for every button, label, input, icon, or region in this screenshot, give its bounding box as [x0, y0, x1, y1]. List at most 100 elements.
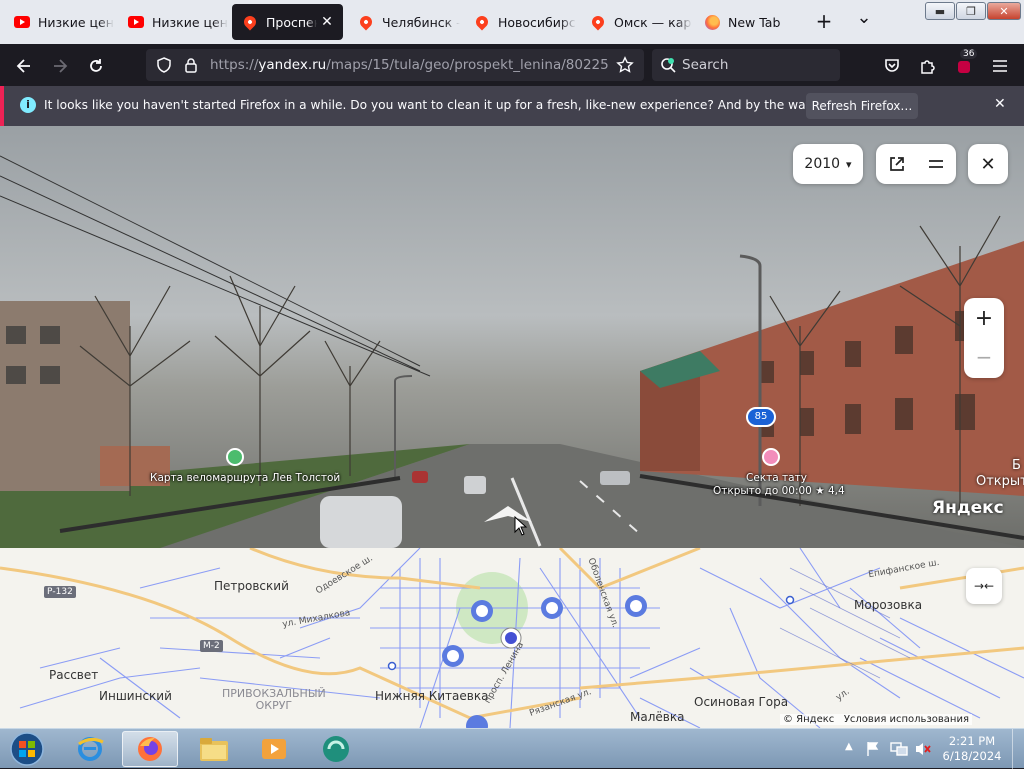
yandex-watermark: Яндекс: [932, 498, 1004, 518]
start-button[interactable]: [2, 731, 52, 767]
pocket-button[interactable]: [878, 52, 906, 80]
map-poi-marker-3[interactable]: [624, 594, 648, 618]
menu-lines-icon[interactable]: [928, 158, 944, 170]
close-notification-icon[interactable]: ✕: [994, 96, 1006, 112]
bus-route-badge[interactable]: 85: [746, 407, 776, 427]
taskbar-media-player[interactable]: [246, 731, 302, 767]
addon-badge: 36: [960, 49, 978, 59]
road-shield-p132: Р-132: [44, 586, 76, 598]
stop-marker-2: [785, 595, 795, 605]
minimap[interactable]: Петровский Рассвет Иншинский Нижняя Кита…: [0, 548, 1024, 728]
tab-title: Челябинск —: [382, 14, 460, 30]
tab-youtube-1[interactable]: Низкие цены: [4, 4, 114, 40]
yandex-maps-icon: [589, 13, 607, 31]
url-path: /maps/15/tula/geo/prospekt_lenina/802251…: [326, 57, 610, 73]
road-shield-m2: М-2: [200, 640, 223, 652]
map-label-rassvet: Рассвет: [49, 668, 99, 682]
maximize-button[interactable]: ❐: [956, 2, 986, 20]
terms-of-use-link[interactable]: Условия использования: [844, 714, 969, 725]
puzzle-icon: [921, 60, 935, 74]
chevron-down-icon: ▾: [846, 157, 852, 171]
addon-button[interactable]: 36: [950, 49, 978, 80]
map-attribution: © Яндекс Условия использования: [780, 714, 972, 725]
taskbar-firefox[interactable]: [122, 731, 178, 767]
minimize-button[interactable]: ▬: [925, 2, 955, 20]
search-box[interactable]: Search: [652, 49, 840, 81]
poi-bike-map-icon[interactable]: [226, 448, 244, 466]
extensions-button[interactable]: [914, 52, 942, 80]
year-selector[interactable]: 2010 ▾: [793, 144, 863, 184]
map-label-morozovka: Морозовка: [854, 598, 923, 612]
poi-tattoo-label[interactable]: Секта тату: [746, 472, 807, 484]
map-label-nizhnyaya-kitaevka: Нижняя Китаевка: [375, 689, 489, 703]
taskbar-ie[interactable]: [62, 731, 118, 767]
firefox-refresh-notification: i It looks like you haven't started Fire…: [0, 86, 1024, 126]
tab-title: Новосибирск: [498, 14, 576, 30]
zoom-control: + −: [964, 298, 1004, 378]
map-poi-marker-5[interactable]: [465, 714, 489, 728]
folder-icon: [200, 738, 228, 761]
url-text[interactable]: https://yandex.ru/maps/15/tula/geo/prosp…: [210, 57, 610, 73]
new-tab-button[interactable]: +: [812, 10, 836, 34]
map-label-privokzalny-district: ПРИВОКЗАЛЬНЫЙ ОКРУГ: [222, 687, 326, 712]
yandex-maps-icon: [357, 13, 375, 31]
menu-button[interactable]: [986, 52, 1014, 80]
refresh-firefox-button[interactable]: Refresh Firefox…: [806, 93, 918, 119]
taskbar-app-green[interactable]: [308, 731, 364, 767]
map-poi-marker-4[interactable]: [441, 644, 465, 668]
address-bar[interactable]: https://yandex.ru/maps/15/tula/geo/prosp…: [146, 49, 644, 81]
bookmark-star-icon[interactable]: [616, 56, 634, 74]
clock-date: 6/18/2024: [942, 749, 1002, 763]
back-button[interactable]: [10, 52, 38, 80]
tab-novosibirsk[interactable]: Новосибирск: [464, 4, 576, 40]
poi-tattoo-hours-text: Открыто до 00:00: [713, 485, 812, 497]
tab-chelyabinsk[interactable]: Челябинск —: [348, 4, 460, 40]
reload-icon: [90, 59, 102, 72]
url-scheme: https://: [210, 57, 259, 73]
tab-youtube-2[interactable]: Низкие цены: [118, 4, 228, 40]
firefox-icon: [704, 14, 720, 30]
back-arrow-icon: [16, 59, 30, 73]
open-external-icon[interactable]: [888, 155, 906, 173]
lock-icon[interactable]: [184, 57, 198, 73]
zoom-in-button[interactable]: +: [975, 300, 993, 338]
tray-expand-icon[interactable]: ▲: [845, 741, 853, 752]
reload-button[interactable]: [82, 52, 110, 80]
volume-muted-icon[interactable]: [914, 741, 932, 757]
show-desktop-button[interactable]: [1012, 729, 1024, 769]
network-icon[interactable]: [890, 741, 908, 757]
taskbar-explorer[interactable]: [186, 731, 242, 767]
shield-icon[interactable]: [156, 57, 172, 73]
pocket-icon: [885, 59, 899, 72]
map-label-osinovaya-gora: Осиновая Гора: [694, 695, 789, 709]
tab-omsk[interactable]: Омск — карт: [580, 4, 692, 40]
action-center-flag-icon[interactable]: [866, 741, 880, 757]
tab-prospekt-active[interactable]: Проспект ✕: [232, 4, 343, 40]
street-panorama[interactable]: 2010 ▾ ✕ + − Карта веломаршрута Лев Толс…: [0, 126, 1024, 548]
map-poi-marker-2[interactable]: [540, 596, 564, 620]
firefox-icon: [138, 737, 162, 761]
tab-title: New Tab: [728, 14, 781, 30]
zoom-out-button[interactable]: −: [976, 338, 993, 376]
tab-list-button[interactable]: ⌄: [852, 8, 876, 32]
tab-title: Омск — карт: [614, 14, 692, 30]
tab-new-tab[interactable]: New Tab: [694, 4, 804, 40]
map-poi-marker-1[interactable]: [470, 599, 494, 623]
close-panorama-button[interactable]: ✕: [968, 144, 1008, 184]
poi-tattoo-rating: ★ 4,4: [815, 485, 845, 497]
forward-button[interactable]: [46, 52, 74, 80]
tab-title: Проспект: [266, 14, 317, 30]
system-clock[interactable]: 2:21 PM 6/18/2024: [942, 734, 1002, 764]
close-icon: ✕: [980, 153, 996, 175]
collapse-map-button[interactable]: →←: [966, 568, 1002, 604]
poi-bike-map-label[interactable]: Карта веломаршрута Лев Толстой: [150, 472, 340, 484]
close-tab-icon[interactable]: ✕: [317, 12, 337, 32]
youtube-icon: [14, 14, 30, 30]
search-placeholder: Search: [682, 57, 729, 73]
collapse-arrows-icon: →←: [973, 579, 995, 593]
notification-message: It looks like you haven't started Firefo…: [44, 98, 913, 112]
close-window-button[interactable]: ✕: [987, 2, 1021, 20]
clock-time: 2:21 PM: [948, 734, 996, 748]
yandex-copyright[interactable]: © Яндекс: [783, 714, 834, 725]
poi-tattoo-icon[interactable]: [762, 448, 780, 466]
